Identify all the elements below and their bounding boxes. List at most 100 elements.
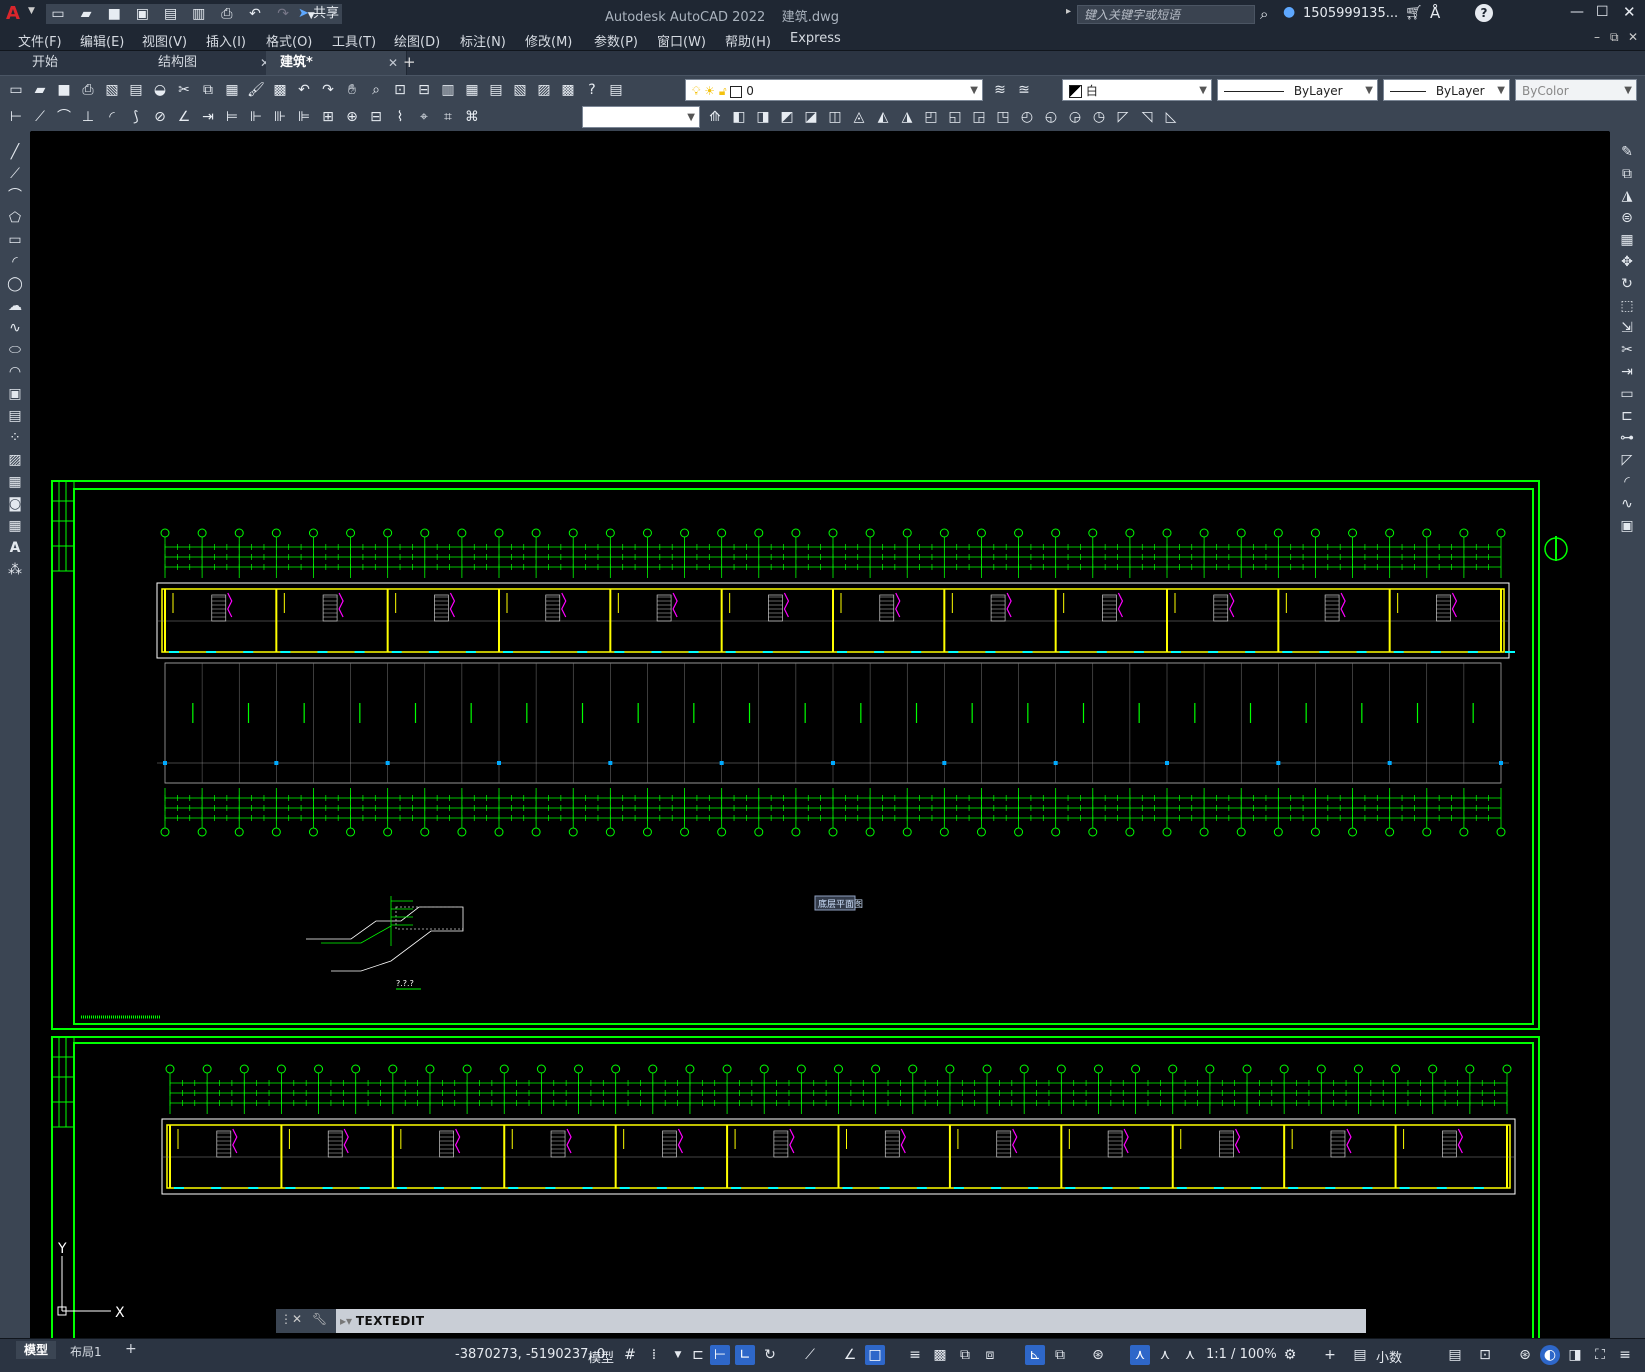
table-icon[interactable]: ▦ xyxy=(4,515,26,537)
dynamic-input-icon[interactable]: ⊢ xyxy=(710,1345,730,1365)
dimstyle-icon[interactable]: ⟰ xyxy=(705,107,725,127)
isolate-objects-icon[interactable]: ⊛ xyxy=(1515,1345,1535,1365)
insert-block-icon[interactable]: ▣ xyxy=(4,383,26,405)
command-input[interactable]: ▸▾ TEXTEDIT xyxy=(340,1311,1362,1331)
dimstyle-combo[interactable]: ▼ xyxy=(582,106,700,128)
save-icon[interactable]: ■ xyxy=(54,80,74,100)
menu-help[interactable]: 帮助(H) xyxy=(725,31,771,50)
dynamic-ucs-icon[interactable]: ⊾ xyxy=(1025,1345,1045,1365)
menu-file[interactable]: 文件(F) xyxy=(18,31,62,50)
command-line[interactable]: ⋮ ✕ 🔧︎ ▸▾ TEXTEDIT xyxy=(276,1309,1366,1333)
autocad-logo-icon[interactable]: A xyxy=(6,4,26,24)
dim-angular-icon[interactable]: ∠ xyxy=(174,107,194,127)
trim-icon[interactable]: ✂ xyxy=(1616,339,1638,361)
linetype-combo[interactable]: ByLayer ▼ xyxy=(1217,79,1378,101)
chevron-down-icon[interactable]: ▼ xyxy=(668,1345,688,1365)
gear-icon[interactable]: ⚙ xyxy=(1280,1345,1300,1365)
mesh-icon[interactable]: ◵ xyxy=(1041,107,1061,127)
new-icon[interactable]: ▭ xyxy=(48,4,68,24)
doc-minimize-icon[interactable]: – xyxy=(1594,30,1600,44)
mtext-icon[interactable]: A xyxy=(4,537,26,559)
tab-structure[interactable]: 结构图 ✕ xyxy=(144,51,279,75)
publish-icon[interactable]: ▤ xyxy=(161,4,181,24)
lineweight-combo[interactable]: ByLayer ▼ xyxy=(1383,79,1510,101)
grid-icon[interactable]: # xyxy=(620,1345,640,1365)
menu-window[interactable]: 窗口(W) xyxy=(657,31,706,50)
subtract-icon[interactable]: ◨ xyxy=(753,107,773,127)
tab-start[interactable]: 开始 xyxy=(18,51,153,75)
doc-restore-icon[interactable]: ⧉ xyxy=(1610,30,1619,45)
selection-filter-icon[interactable]: ⧉ xyxy=(1050,1345,1070,1365)
rectangle-icon[interactable]: ▭ xyxy=(4,229,26,251)
copy-icon[interactable]: ⧉ xyxy=(1616,163,1638,185)
region-icon[interactable]: ◙ xyxy=(4,493,26,515)
polygon-icon[interactable]: ⬠ xyxy=(4,207,26,229)
dim-update-icon[interactable]: ⌘ xyxy=(462,107,482,127)
color-combo[interactable]: 白 ▼ xyxy=(1062,79,1212,101)
layer-previous-icon[interactable]: ≋ xyxy=(990,80,1010,100)
clean-screen-icon[interactable]: ◨ xyxy=(1565,1345,1585,1365)
export-icon[interactable]: ▥ xyxy=(189,4,209,24)
array-icon[interactable]: ▦ xyxy=(1616,229,1638,251)
plot-icon[interactable]: ⎙ xyxy=(78,80,98,100)
arc-icon[interactable]: ◜ xyxy=(4,251,26,273)
3d-osnap-icon[interactable]: ⧈ xyxy=(980,1345,1000,1365)
fillet-edge-icon[interactable]: ◷ xyxy=(1089,107,1109,127)
annotation-scale-icon[interactable]: ⋏ xyxy=(1180,1345,1200,1365)
presspull-icon[interactable]: ◮ xyxy=(897,107,917,127)
lineweight-icon[interactable]: ≡ xyxy=(905,1345,925,1365)
slice-icon[interactable]: ◰ xyxy=(921,107,941,127)
minimize-icon[interactable]: — xyxy=(1570,4,1584,20)
dim-diameter-icon[interactable]: ⊘ xyxy=(150,107,170,127)
stretch-icon[interactable]: ⇲ xyxy=(1616,317,1638,339)
add-layout-button[interactable]: + xyxy=(125,1341,137,1357)
menu-parametric[interactable]: 参数(P) xyxy=(594,31,638,50)
blockedit-icon[interactable]: ▩ xyxy=(270,80,290,100)
extend-icon[interactable]: ⇥ xyxy=(1616,361,1638,383)
paste-icon[interactable]: ▦ xyxy=(222,80,242,100)
tab-architecture[interactable]: 建筑* ✕ xyxy=(266,51,407,75)
share-button[interactable]: ➤ 共享 xyxy=(298,4,339,24)
osnap-tracking-icon[interactable]: ∠ xyxy=(840,1345,860,1365)
doc-close-icon[interactable]: ✕ xyxy=(1628,30,1638,44)
help-icon[interactable]: ? xyxy=(582,80,602,100)
gizmo-icon[interactable]: ⊛ xyxy=(1088,1345,1108,1365)
autodesk-a360-icon[interactable]: Å xyxy=(1430,4,1440,22)
thicken-icon[interactable]: ◳ xyxy=(993,107,1013,127)
search-expand-icon[interactable]: ▸ xyxy=(1066,6,1071,17)
ortho-icon[interactable]: ∟ xyxy=(735,1345,755,1365)
close-icon[interactable]: ✕ xyxy=(292,1312,302,1326)
join-icon[interactable]: ⊶ xyxy=(1616,427,1638,449)
ellipse-icon[interactable]: ⬭ xyxy=(4,339,26,361)
break-icon[interactable]: ⊏ xyxy=(1616,405,1638,427)
calculator-icon[interactable]: ▩ xyxy=(558,80,578,100)
intersect-icon[interactable]: ◩ xyxy=(777,107,797,127)
help-icon[interactable]: ? xyxy=(1475,4,1493,22)
jogged-linear-icon[interactable]: ⌇ xyxy=(390,107,410,127)
tab-layout1[interactable]: 布局1 xyxy=(70,1343,102,1360)
add-selected-icon[interactable]: ⁂ xyxy=(4,559,26,581)
dim-arc-icon[interactable]: ⌒ xyxy=(54,107,74,127)
search-input[interactable]: 键入关键字或短语 xyxy=(1077,5,1255,24)
move-icon[interactable]: ✥ xyxy=(1616,251,1638,273)
gradient-icon[interactable]: ▦ xyxy=(4,471,26,493)
close-icon[interactable]: ✕ xyxy=(388,51,398,75)
redo-icon[interactable]: ↷ xyxy=(318,80,338,100)
close-icon[interactable]: ✕ xyxy=(1623,3,1636,21)
chamfer-edge-icon[interactable]: ◸ xyxy=(1113,107,1133,127)
polar-icon[interactable]: ↻ xyxy=(760,1345,780,1365)
dim-jogged-icon[interactable]: ⟆ xyxy=(126,107,146,127)
dim-edit-icon[interactable]: ⌖ xyxy=(414,107,434,127)
zoom-window-icon[interactable]: ⊡ xyxy=(390,80,410,100)
customization-icon[interactable]: ⛶ xyxy=(1590,1345,1610,1365)
hatch-icon[interactable]: ▨ xyxy=(4,449,26,471)
markup-icon[interactable]: ▨ xyxy=(534,80,554,100)
make-block-icon[interactable]: ▤ xyxy=(4,405,26,427)
menu-insert[interactable]: 插入(I) xyxy=(206,31,246,50)
new-tab-button[interactable]: + xyxy=(403,53,416,71)
user-name[interactable]: 1505999135... xyxy=(1303,6,1398,21)
revcloud-icon[interactable]: ☁︎ xyxy=(4,295,26,317)
menu-format[interactable]: 格式(O) xyxy=(266,31,312,50)
grip-icon[interactable]: ⋮ xyxy=(280,1312,292,1326)
fillet-icon[interactable]: ◜ xyxy=(1616,471,1638,493)
